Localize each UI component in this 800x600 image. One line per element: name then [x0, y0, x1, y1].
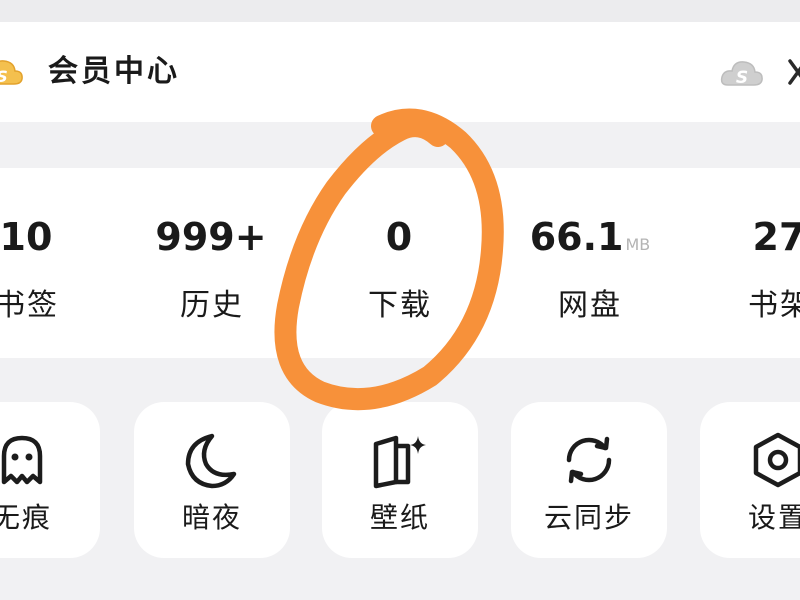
- svg-text:S: S: [0, 67, 8, 86]
- ghost-icon: [1, 435, 43, 485]
- vip-cloud-badge-icon: S: [0, 60, 23, 86]
- stat-value: 999+: [155, 215, 267, 259]
- tool-label: 暗夜: [181, 501, 242, 534]
- stat-value: 66.1 MB: [529, 215, 651, 259]
- stat-label: 书签: [0, 288, 59, 323]
- stat-label: 下载: [368, 288, 432, 323]
- stat-cloud-drive[interactable]: 66.1 MB 网盘: [505, 212, 675, 328]
- stat-bookmarks[interactable]: 10 书签: [0, 212, 112, 328]
- tool-cloud-sync[interactable]: 云同步: [511, 402, 667, 558]
- close-icon[interactable]: [788, 55, 800, 89]
- s-coin-icon[interactable]: S: [720, 55, 764, 91]
- stat-label: 网盘: [558, 288, 622, 323]
- stat-history[interactable]: 999+ 历史: [127, 212, 297, 328]
- stat-label: 历史: [180, 288, 244, 323]
- tool-label: 设置: [747, 501, 800, 534]
- stat-value: 27: [752, 215, 800, 259]
- stat-bookshelf[interactable]: 27 书架: [695, 212, 800, 328]
- settings-hexagon-icon: [753, 432, 800, 488]
- tool-label: 无痕: [0, 501, 52, 534]
- tool-dark-mode[interactable]: 暗夜: [134, 402, 290, 558]
- stat-downloads[interactable]: 0 下载: [315, 212, 485, 328]
- member-center-title[interactable]: 会员中心: [48, 52, 180, 92]
- top-strip: [0, 0, 800, 22]
- screen: S 会员中心 S 10 书签 999+ 历史 0 下载 66.1MB 网盘 27…: [0, 0, 800, 600]
- moon-icon: [185, 433, 237, 489]
- tool-settings[interactable]: 设置: [700, 402, 800, 558]
- sync-icon: [566, 436, 612, 484]
- wallpaper-icon: [373, 435, 426, 489]
- svg-text:S: S: [736, 68, 748, 88]
- tool-wallpaper[interactable]: 壁纸: [322, 402, 478, 558]
- tool-incognito[interactable]: 无痕: [0, 402, 100, 558]
- stat-label: 书架: [748, 288, 800, 323]
- tool-label: 壁纸: [369, 501, 430, 534]
- stat-value: 0: [385, 215, 413, 259]
- stat-value: 10: [0, 215, 53, 259]
- tool-label: 云同步: [543, 501, 634, 534]
